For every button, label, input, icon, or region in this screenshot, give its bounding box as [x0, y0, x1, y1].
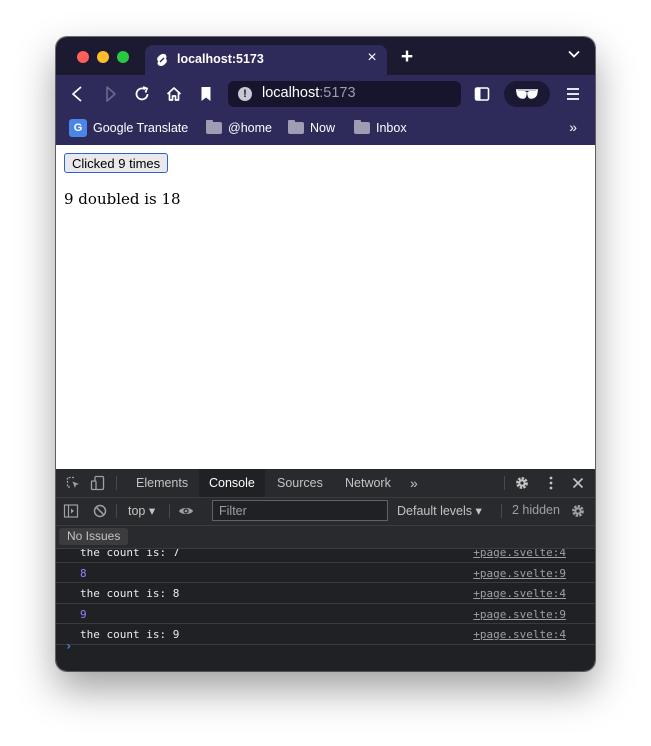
- folder-icon: [206, 120, 222, 134]
- toolbar-divider: [116, 504, 117, 518]
- browser-tab[interactable]: localhost:5173 ×: [145, 45, 387, 75]
- bookmark-now[interactable]: Now: [288, 118, 335, 138]
- console-log: the count is: 7 +page.svelte:4 8 +page.s…: [56, 549, 595, 648]
- console-source-link[interactable]: +page.svelte:4: [473, 587, 566, 600]
- page-content: Clicked 9 times 9 doubled is 18: [56, 145, 595, 469]
- inspect-element-icon[interactable]: [65, 475, 81, 491]
- settings-gear-icon[interactable]: [514, 475, 530, 491]
- bookmarks-overflow-icon[interactable]: »: [569, 119, 577, 135]
- live-expression-eye-icon[interactable]: [178, 503, 194, 519]
- sidebar-icon[interactable]: [472, 84, 492, 104]
- bookmarks-bar: G Google Translate @home Now Inbox »: [56, 113, 595, 145]
- close-devtools-icon[interactable]: [570, 475, 586, 491]
- hidden-messages-count: 2 hidden: [512, 503, 560, 517]
- console-message-text: 9: [80, 607, 87, 621]
- console-log-rows: the count is: 7 +page.svelte:4 8 +page.s…: [56, 549, 595, 645]
- console-message: the count is: 7 +page.svelte:4: [56, 549, 595, 563]
- browser-toolbar: ! localhost:5173: [56, 75, 595, 113]
- bookmark-home[interactable]: @home: [206, 118, 272, 138]
- address-bar[interactable]: ! localhost:5173: [228, 81, 461, 107]
- no-issues-button[interactable]: No Issues: [59, 528, 129, 545]
- bookmark-label: Now: [310, 121, 336, 135]
- home-icon[interactable]: [164, 84, 184, 104]
- more-tabs-icon[interactable]: »: [400, 469, 428, 497]
- url-text[interactable]: localhost:5173: [262, 85, 356, 101]
- toolbar-divider: [116, 476, 117, 490]
- bookmark-label: Inbox: [376, 121, 407, 135]
- sunglasses-icon: [516, 89, 538, 99]
- toolbar-divider: [169, 504, 170, 518]
- console-message-text: the count is: 7: [80, 549, 180, 559]
- console-filter-bar: top ▾ Default levels ▾ 2 hidden: [56, 498, 595, 526]
- toolbar-divider: [504, 476, 505, 490]
- url-host: localhost: [262, 85, 320, 101]
- execution-context-select[interactable]: top ▾: [128, 503, 155, 518]
- console-message: the count is: 8 +page.svelte:4: [56, 583, 595, 604]
- window-maximize-button[interactable]: [117, 51, 129, 63]
- back-icon[interactable]: [68, 84, 88, 104]
- console-filter-input[interactable]: [212, 500, 388, 521]
- console-message-text: the count is: 8: [80, 587, 180, 600]
- doubled-text: 9 doubled is 18: [64, 190, 181, 208]
- reload-icon[interactable]: [132, 84, 152, 104]
- menu-icon[interactable]: [563, 84, 583, 104]
- click-counter-button[interactable]: Clicked 9 times: [64, 153, 169, 173]
- console-prompt-icon[interactable]: ›: [65, 639, 72, 653]
- console-message-text: the count is: 9: [80, 628, 180, 641]
- tab-sources[interactable]: Sources: [267, 469, 333, 497]
- bookmark-google-translate[interactable]: G Google Translate: [69, 118, 188, 138]
- folder-icon: [354, 120, 370, 134]
- url-port: :5173: [319, 85, 356, 101]
- tab-title: localhost:5173: [177, 52, 264, 66]
- bookmark-icon[interactable]: [196, 84, 216, 104]
- device-toolbar-icon[interactable]: [90, 475, 106, 491]
- forward-icon[interactable]: [100, 84, 120, 104]
- chevron-down-icon[interactable]: [567, 47, 581, 61]
- new-tab-button[interactable]: +: [397, 45, 417, 69]
- devtools-panel: Elements Console Sources Network » top ▾…: [56, 469, 595, 671]
- private-mode-indicator: [504, 81, 550, 107]
- more-options-icon[interactable]: [543, 475, 559, 491]
- window-minimize-button[interactable]: [97, 51, 109, 63]
- console-message-text: 8: [80, 566, 87, 580]
- log-levels-select[interactable]: Default levels ▾: [397, 503, 482, 518]
- console-source-link[interactable]: +page.svelte:4: [473, 549, 566, 559]
- tab-close-icon[interactable]: ×: [363, 49, 381, 67]
- google-translate-icon: G: [69, 119, 87, 137]
- console-source-link[interactable]: +page.svelte:9: [473, 608, 566, 621]
- bookmark-label: Google Translate: [93, 121, 189, 135]
- bookmark-label: @home: [228, 121, 272, 135]
- console-message: 9 +page.svelte:9: [56, 604, 595, 624]
- console-message: 8 +page.svelte:9: [56, 563, 595, 583]
- tab-strip: localhost:5173 × +: [56, 37, 595, 75]
- console-source-link[interactable]: +page.svelte:4: [473, 628, 566, 641]
- console-message: the count is: 9 +page.svelte:4: [56, 624, 595, 645]
- folder-icon: [288, 120, 304, 134]
- context-label: top: [128, 504, 146, 518]
- show-sidebar-icon[interactable]: [63, 503, 79, 519]
- clear-console-icon[interactable]: [92, 503, 108, 519]
- svelte-favicon-icon: [157, 53, 167, 66]
- window-close-button[interactable]: [77, 51, 89, 63]
- tab-network[interactable]: Network: [335, 469, 401, 497]
- console-settings-gear-icon[interactable]: [570, 503, 586, 519]
- issues-bar: No Issues: [56, 526, 595, 549]
- browser-window: localhost:5173 × + ! localhost:5173 G Go…: [56, 37, 595, 671]
- devtools-tab-bar: Elements Console Sources Network »: [56, 469, 595, 498]
- bookmark-inbox[interactable]: Inbox: [354, 118, 407, 138]
- tab-console[interactable]: Console: [199, 469, 265, 497]
- site-info-icon[interactable]: !: [238, 87, 252, 101]
- console-source-link[interactable]: +page.svelte:9: [473, 567, 566, 580]
- tab-elements[interactable]: Elements: [126, 469, 198, 497]
- levels-label: Default levels: [397, 504, 473, 518]
- toolbar-divider: [501, 504, 502, 518]
